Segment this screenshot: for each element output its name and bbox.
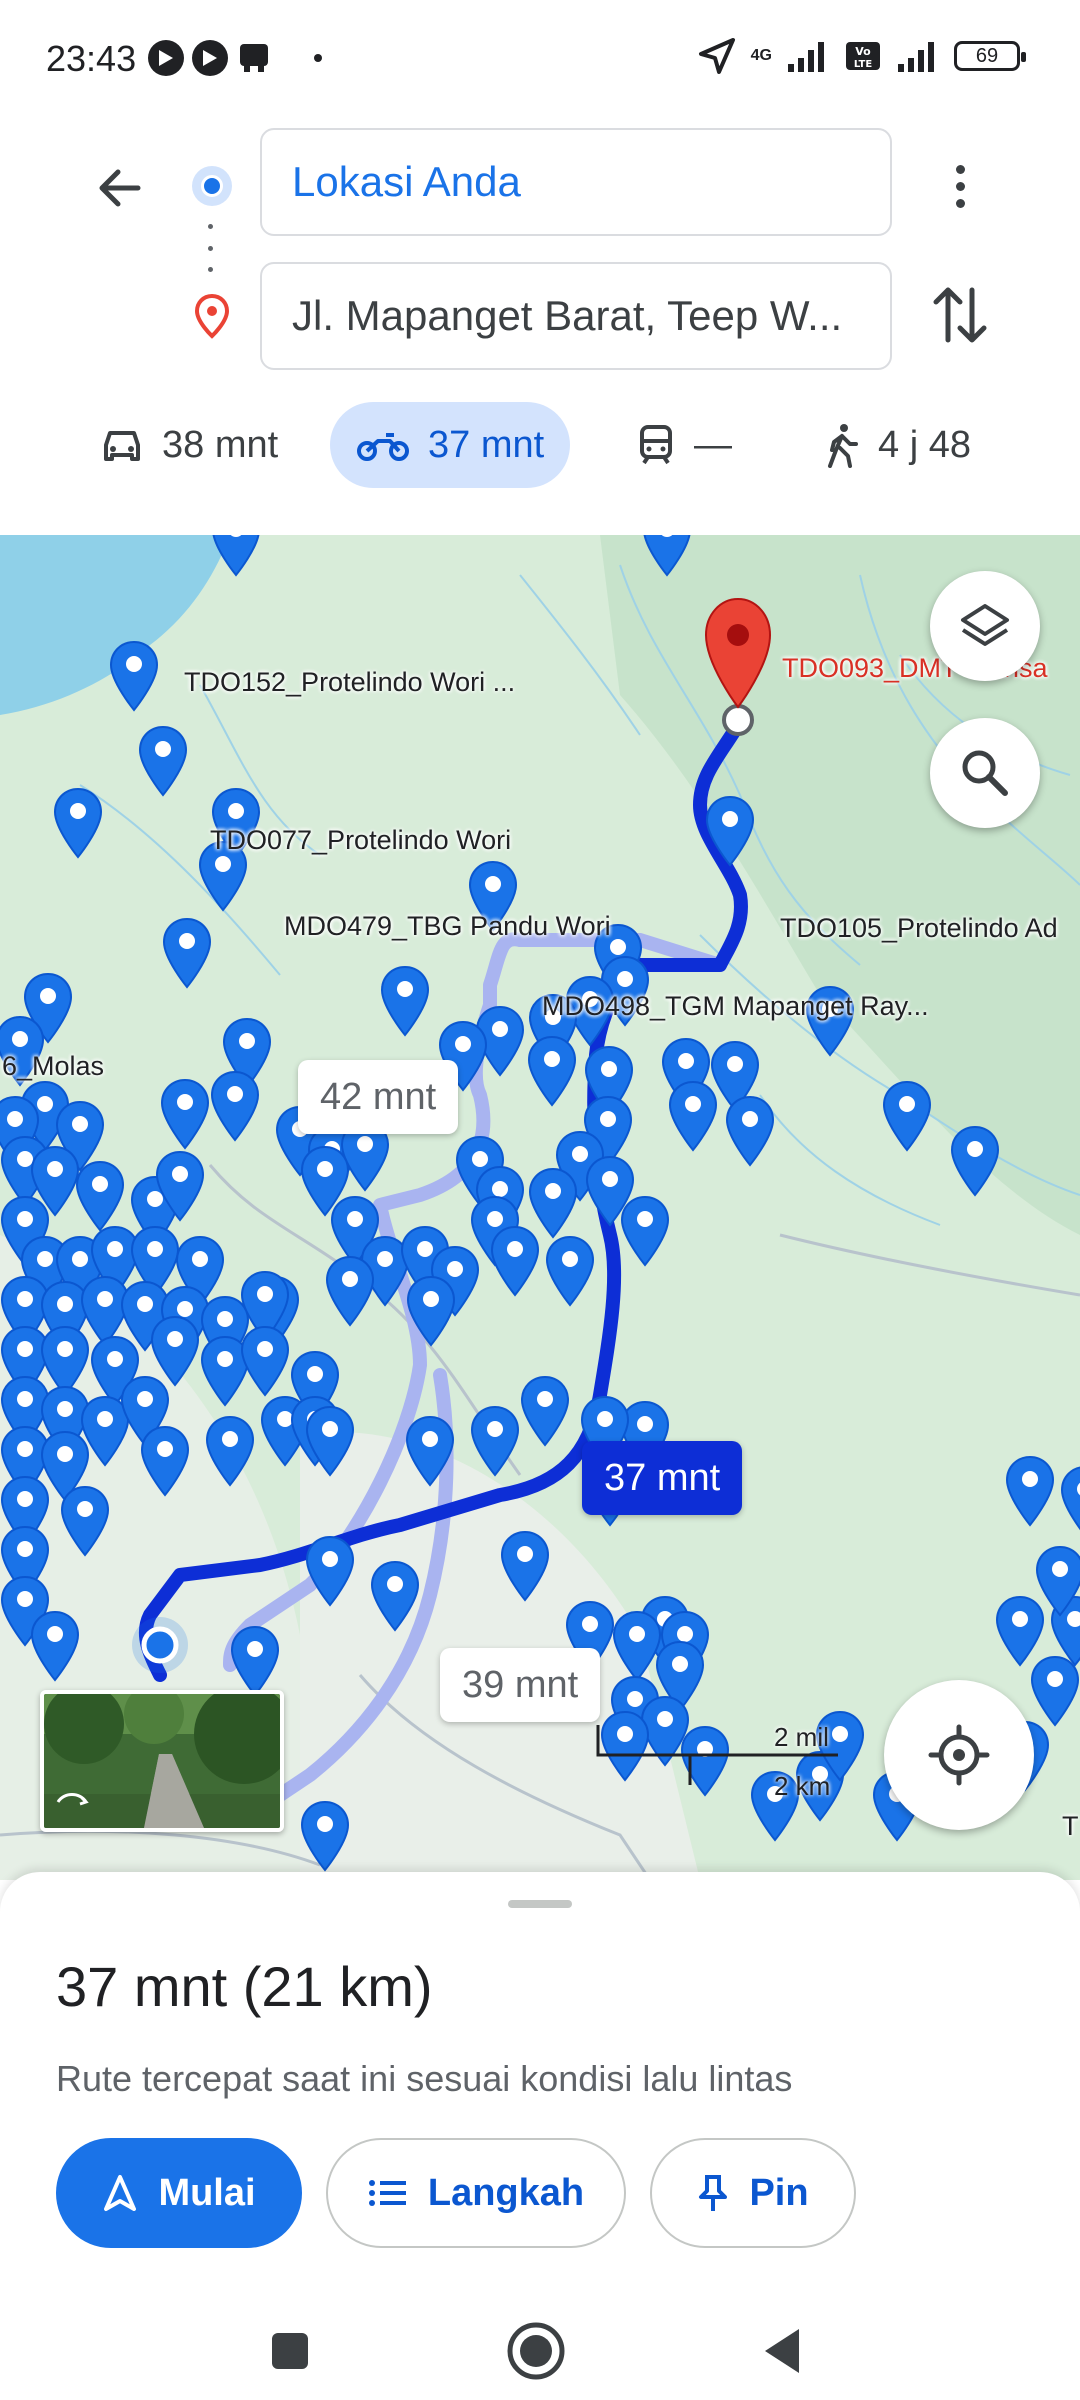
- search-icon: [962, 750, 1008, 796]
- recents-square-icon: [272, 2333, 308, 2369]
- pin-button[interactable]: Pin: [650, 2138, 856, 2248]
- mode-walk[interactable]: 4 j 48: [798, 402, 997, 488]
- mode-transit-label: —: [694, 423, 732, 466]
- location-arrow-icon: [698, 38, 735, 74]
- signal-icon: [788, 42, 824, 72]
- map-label-tdo105[interactable]: TDO105_Protelindo Ad: [780, 913, 1058, 944]
- directions-header: Lokasi Anda Jl. Mapanget Barat, Teep W..…: [0, 120, 1080, 535]
- mode-transit[interactable]: —: [610, 402, 758, 488]
- mode-motorcycle-label: 37 mnt: [428, 423, 545, 466]
- svg-text:LTE: LTE: [854, 59, 873, 70]
- map-label-molas[interactable]: 6_Molas: [2, 1051, 104, 1082]
- signal-icon: [898, 42, 934, 72]
- map-view[interactable]: TDO152_Protelindo Wori ... TDO077_Protel…: [0, 535, 1080, 1880]
- my-location-button[interactable]: [884, 1680, 1034, 1830]
- route-summary: 37 mnt (21 km): [56, 1955, 433, 2018]
- network-type: 4G: [750, 47, 772, 64]
- layers-button[interactable]: [930, 571, 1040, 681]
- route-summary-sheet: 37 mnt (21 km) Rute tercepat saat ini se…: [0, 1872, 1080, 2302]
- list-icon: [368, 2180, 406, 2206]
- map-label-mdo498[interactable]: MDO498_TGM Mapanget Ray...: [542, 991, 929, 1022]
- media-notification-icon: [192, 40, 228, 76]
- map-label-edge: T: [1062, 1811, 1079, 1841]
- route-description: Rute tercepat saat ini sesuai kondisi la…: [56, 2058, 793, 2099]
- scale-miles: 2 mil: [774, 1722, 829, 1752]
- navigation-arrow-icon: [104, 2175, 137, 2211]
- start-label: Mulai: [158, 2171, 256, 2214]
- notification-icons: [148, 40, 322, 76]
- more-notifications-dot-icon: [314, 54, 322, 62]
- route-connector-dots: [208, 224, 214, 272]
- mode-car-label: 38 mnt: [162, 423, 279, 466]
- back-button[interactable]: [88, 156, 152, 220]
- home-circle-icon: [507, 2322, 565, 2380]
- volte-icon: VoLTE: [846, 42, 880, 70]
- layers-icon: [961, 604, 1009, 646]
- destination-input[interactable]: Jl. Mapanget Barat, Teep W...: [260, 262, 892, 370]
- sheet-drag-handle[interactable]: [508, 1900, 572, 1908]
- media-notification-icon: [148, 40, 184, 76]
- red-pin-icon: [194, 293, 230, 339]
- train-icon: [640, 425, 672, 465]
- primary-route-time-chip[interactable]: 37 mnt: [582, 1441, 743, 1515]
- mode-walk-label: 4 j 48: [878, 423, 971, 466]
- svg-text:Vo: Vo: [855, 45, 871, 58]
- street-view-image: [44, 1694, 280, 1828]
- swap-locations-button[interactable]: [930, 280, 990, 350]
- alt-route-time-chip[interactable]: 39 mnt: [440, 1648, 601, 1722]
- mode-car[interactable]: 38 mnt: [74, 402, 304, 488]
- walk-icon: [828, 424, 858, 468]
- more-options-button[interactable]: [930, 156, 990, 216]
- battery-icon: 69: [954, 41, 1026, 71]
- street-view-thumbnail[interactable]: [40, 1690, 284, 1832]
- swap-vert-icon: [933, 287, 987, 343]
- travel-modes: 38 mnt 37 mnt — 4 j 48: [0, 402, 1080, 488]
- status-bar: 23:43 4G Vo LTE 69: [0, 0, 1080, 120]
- mode-motorcycle[interactable]: 37 mnt: [330, 402, 571, 488]
- arrow-left-icon: [99, 169, 141, 207]
- car-icon: [104, 431, 140, 461]
- home-button[interactable]: [503, 2318, 569, 2384]
- current-location-dot-icon: [192, 166, 232, 206]
- motorcycle-icon: [357, 433, 409, 461]
- system-back-button[interactable]: [750, 2318, 816, 2384]
- back-triangle-icon: [765, 2329, 799, 2373]
- steps-button[interactable]: Langkah: [326, 2138, 626, 2248]
- map-label-tdo077[interactable]: TDO077_Protelindo Wori: [210, 825, 511, 856]
- map-label-mdo479[interactable]: MDO479_TBG Pandu Wori: [284, 911, 611, 942]
- my-location-icon: [928, 1724, 990, 1786]
- scale-km: 2 km: [774, 1771, 831, 1801]
- status-time: 23:43: [46, 38, 137, 79]
- search-along-route-button[interactable]: [930, 718, 1040, 828]
- chat-notification-icon: [240, 44, 268, 72]
- map-label-tdo152[interactable]: TDO152_Protelindo Wori ...: [184, 667, 515, 698]
- steps-label: Langkah: [427, 2171, 585, 2214]
- alt-route-time-chip[interactable]: 42 mnt: [298, 1060, 459, 1134]
- origin-input[interactable]: Lokasi Anda: [260, 128, 892, 236]
- pin-icon: [699, 2175, 728, 2211]
- system-navigation-bar: [0, 2300, 1080, 2400]
- recents-button[interactable]: [257, 2318, 323, 2384]
- pin-label: Pin: [749, 2171, 809, 2214]
- start-navigation-button[interactable]: Mulai: [56, 2138, 302, 2248]
- status-right: 4G Vo LTE 69: [697, 36, 1026, 76]
